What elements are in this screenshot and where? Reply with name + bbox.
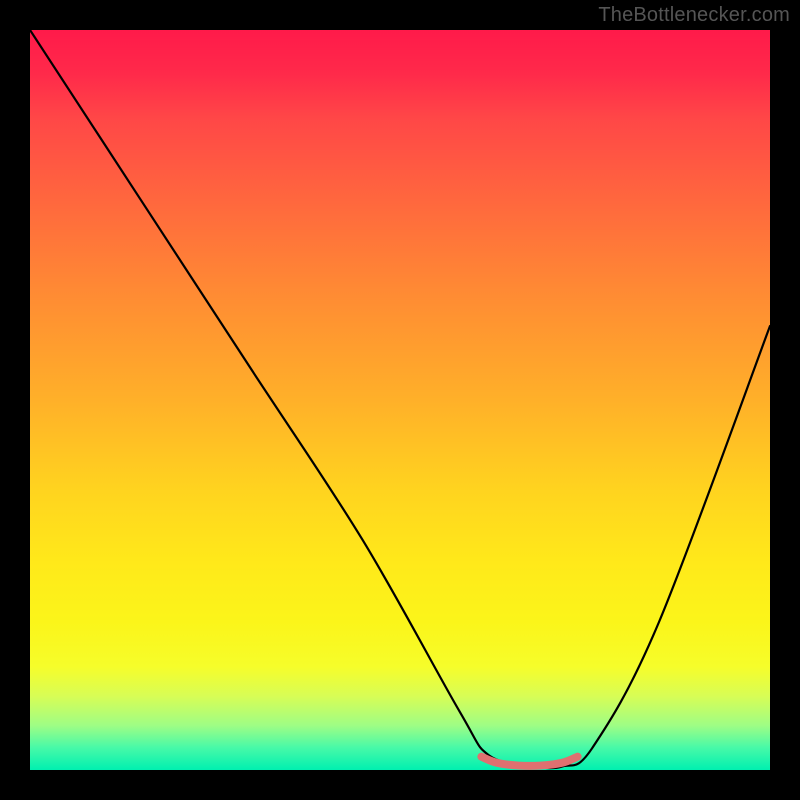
bottleneck-curve [30,30,770,768]
attribution-label: TheBottlenecker.com [598,4,790,27]
curve-layer [30,30,770,770]
chart-frame: TheBottlenecker.com [0,0,800,800]
plot-area [30,30,770,770]
